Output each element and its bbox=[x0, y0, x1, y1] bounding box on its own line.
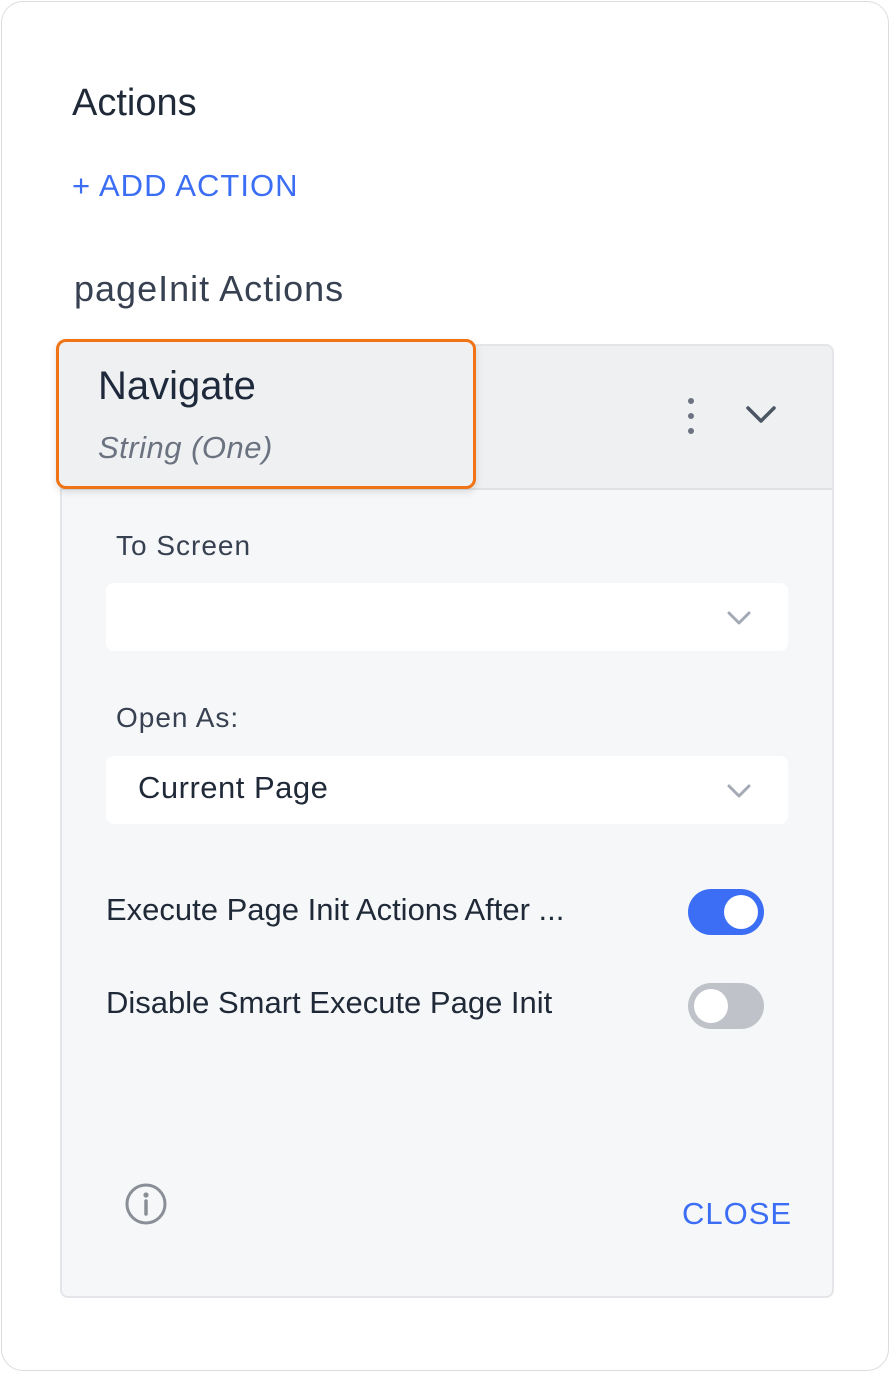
action-name: Navigate bbox=[98, 364, 256, 408]
disable-smart-execute-toggle[interactable] bbox=[688, 983, 764, 1029]
add-action-button[interactable]: + ADD ACTION bbox=[72, 168, 298, 204]
execute-page-init-label: Execute Page Init Actions After ... bbox=[106, 892, 565, 927]
open-as-value: Current Page bbox=[138, 770, 329, 805]
close-button[interactable]: CLOSE bbox=[682, 1196, 792, 1232]
open-as-select[interactable]: Current Page bbox=[106, 756, 788, 824]
chevron-down-icon bbox=[727, 784, 751, 798]
toggle-knob bbox=[694, 989, 728, 1023]
kebab-menu-icon[interactable] bbox=[676, 394, 706, 438]
to-screen-select[interactable] bbox=[106, 583, 788, 651]
panel-title: Actions bbox=[72, 82, 197, 124]
section-label: pageInit Actions bbox=[74, 268, 345, 309]
toggle-knob bbox=[724, 895, 758, 929]
to-screen-label: To Screen bbox=[116, 530, 252, 561]
open-as-label: Open As: bbox=[116, 702, 240, 733]
chevron-down-icon bbox=[727, 611, 751, 625]
info-icon[interactable] bbox=[124, 1182, 168, 1226]
disable-smart-execute-label: Disable Smart Execute Page Init bbox=[106, 985, 553, 1020]
chevron-down-icon[interactable] bbox=[742, 398, 780, 432]
action-title-highlight[interactable] bbox=[56, 339, 476, 489]
action-type: String (One) bbox=[98, 430, 273, 465]
execute-page-init-toggle[interactable] bbox=[688, 889, 764, 935]
